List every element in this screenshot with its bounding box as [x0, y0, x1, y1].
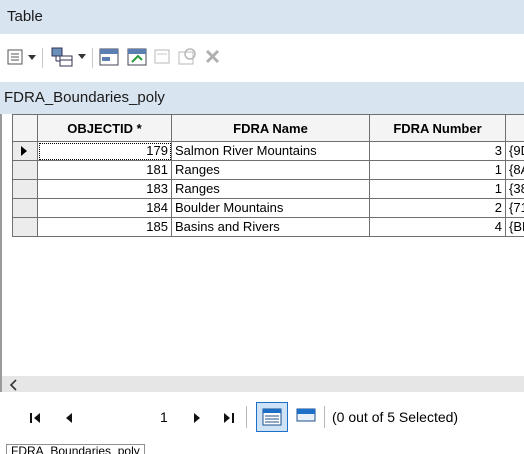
switch-selection-button[interactable] — [126, 44, 150, 70]
table-options-button[interactable] — [6, 44, 38, 70]
table-row[interactable]: 183 Ranges 1 {38 — [12, 180, 524, 199]
toolbar-separator — [92, 48, 93, 68]
record-navigation-bar: 1 (0 out of 5 Selected) — [0, 392, 524, 442]
table-cell[interactable]: {9D — [506, 142, 524, 161]
select-by-attributes-icon — [99, 48, 119, 66]
table-cell[interactable]: 4 — [370, 218, 506, 237]
table-row[interactable]: 181 Ranges 1 {8A — [12, 161, 524, 180]
column-header-fdra-name[interactable]: FDRA Name — [172, 114, 370, 142]
toolbar-separator — [324, 406, 325, 428]
show-all-records-icon — [262, 408, 282, 426]
layer-name: FDRA_Boundaries_poly — [4, 89, 165, 106]
clear-selection-icon — [154, 49, 170, 64]
window-title-bar: Table — [0, 0, 524, 34]
table-cell[interactable]: Ranges — [172, 161, 370, 180]
table-cell[interactable]: 179 — [38, 142, 172, 161]
table-row[interactable]: 184 Boulder Mountains 2 {71 — [12, 199, 524, 218]
show-all-records-button[interactable] — [256, 402, 288, 432]
related-tables-button[interactable] — [50, 44, 88, 70]
table-rows: 179 Salmon River Mountains 3 {9D 181 Ran… — [12, 142, 524, 237]
table-cell[interactable]: {38 — [506, 180, 524, 199]
row-selector[interactable] — [12, 161, 38, 180]
previous-record-icon[interactable] — [62, 410, 76, 426]
table-cell[interactable]: 2 — [370, 199, 506, 218]
table-cell[interactable]: 1 — [370, 161, 506, 180]
table-cell[interactable]: 184 — [38, 199, 172, 218]
clear-selection-button[interactable] — [152, 44, 174, 70]
row-selector[interactable] — [12, 199, 38, 218]
row-selector[interactable] — [12, 218, 38, 237]
column-header-objectid[interactable]: OBJECTID * — [38, 114, 172, 142]
table-row[interactable]: 185 Basins and Rivers 4 {BE — [12, 218, 524, 237]
next-record-icon[interactable] — [190, 410, 204, 426]
current-row-arrow-icon — [21, 146, 27, 156]
last-record-icon[interactable] — [220, 410, 238, 426]
column-header-globalid[interactable] — [506, 114, 524, 142]
column-header-fdra-number[interactable]: FDRA Number — [370, 114, 506, 142]
delete-selected-button[interactable] — [202, 44, 224, 70]
table-cell[interactable]: Basins and Rivers — [172, 218, 370, 237]
table-cell[interactable]: {71 — [506, 199, 524, 218]
toolbar-separator — [246, 406, 247, 428]
show-selected-records-icon — [296, 408, 316, 422]
table-cell[interactable]: {8A — [506, 161, 524, 180]
table-options-icon — [7, 49, 36, 65]
zoom-to-selected-button[interactable] — [176, 44, 200, 70]
table-cell[interactable]: 1 — [370, 180, 506, 199]
table-cell[interactable]: 183 — [38, 180, 172, 199]
table-toolbar — [0, 34, 524, 82]
current-record-field[interactable]: 1 — [160, 409, 168, 425]
table-row[interactable]: 179 Salmon River Mountains 3 {9D — [12, 142, 524, 161]
attribute-table-grid: OBJECTID * FDRA Name FDRA Number 179 Sal… — [0, 114, 524, 394]
switch-selection-icon — [127, 48, 147, 66]
table-cell[interactable]: Boulder Mountains — [172, 199, 370, 218]
table-tab[interactable]: FDRA_Boundaries_poly — [6, 444, 145, 454]
row-selector[interactable] — [12, 142, 38, 161]
table-cell[interactable]: Ranges — [172, 180, 370, 199]
show-selected-records-button[interactable] — [292, 404, 320, 430]
first-record-icon[interactable] — [28, 410, 46, 426]
selection-status: (0 out of 5 Selected) — [332, 409, 459, 425]
row-selector[interactable] — [12, 180, 38, 199]
select-by-attributes-button[interactable] — [98, 44, 122, 70]
table-cell[interactable]: {BE — [506, 218, 524, 237]
table-cell[interactable]: 185 — [38, 218, 172, 237]
row-selector-header[interactable] — [12, 114, 38, 142]
layer-name-bar: FDRA_Boundaries_poly — [0, 82, 524, 114]
table-header: OBJECTID * FDRA Name FDRA Number — [12, 114, 524, 142]
toolbar-separator — [42, 48, 43, 68]
table-cell[interactable]: 181 — [38, 161, 172, 180]
table-tab-bar: FDRA_Boundaries_poly — [0, 442, 524, 454]
zoom-to-selected-icon — [178, 48, 196, 65]
related-tables-icon — [51, 47, 86, 67]
table-cell[interactable]: Salmon River Mountains — [172, 142, 370, 161]
table-cell[interactable]: 3 — [370, 142, 506, 161]
window-title: Table — [7, 8, 43, 25]
delete-icon — [205, 49, 220, 64]
